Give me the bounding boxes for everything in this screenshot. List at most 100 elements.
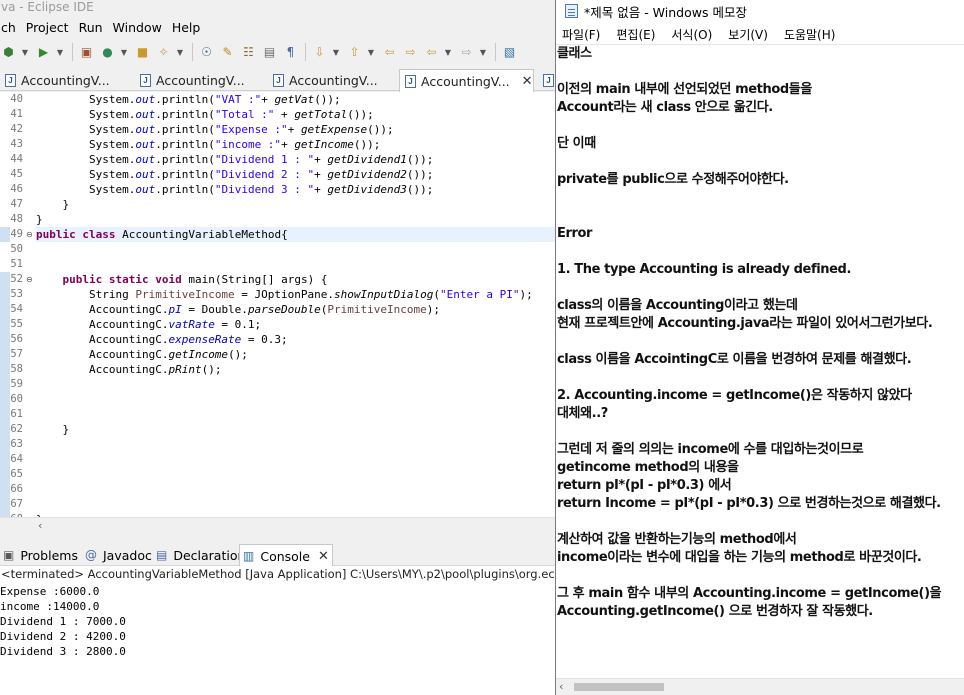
pen-icon[interactable]: ✎ xyxy=(219,44,236,60)
close-icon[interactable]: ✕ xyxy=(522,74,533,89)
chevron-down-icon[interactable]: ▼ xyxy=(120,44,128,60)
code-line: } xyxy=(36,198,70,211)
code-line: AccountingC.pRint(); xyxy=(36,363,222,376)
annotation-icon[interactable]: ☷ xyxy=(240,44,257,60)
notepad-titlebar: *제목 없음 - Windows 메모장 xyxy=(556,0,964,22)
editor-tab[interactable]: J xyxy=(538,69,556,91)
menu-edit[interactable]: 편집(E) xyxy=(616,26,655,43)
code-line: System.out.println("VAT :"+ getVat()); xyxy=(36,93,341,106)
code-line: AccountingC.expenseRate = 0.3; xyxy=(36,333,288,346)
console-line: Dividend 3 : 2800.0 xyxy=(0,645,126,658)
tab-javadoc[interactable]: @ Javadoc xyxy=(82,544,152,566)
line-number: 44 xyxy=(10,153,23,165)
notepad-line: Error xyxy=(557,226,593,241)
chevron-down-icon[interactable]: ▼ xyxy=(56,44,64,60)
notepad-horizontal-scrollbar[interactable]: ‹ xyxy=(556,678,964,695)
line-number: 61 xyxy=(10,408,23,420)
chevron-down-icon[interactable]: ▼ xyxy=(367,44,375,60)
pin-icon[interactable]: ☉ xyxy=(198,44,215,60)
chevron-down-icon[interactable]: ▼ xyxy=(332,44,340,60)
menu-window[interactable]: Window xyxy=(108,20,167,35)
code-area[interactable]: System.out.println("VAT :"+ getVat()); S… xyxy=(36,92,556,517)
line-number: 41 xyxy=(10,108,23,120)
notepad-line: Account라는 새 class 안으로 옮긴다. xyxy=(557,100,773,115)
code-line: System.out.println("Dividend 2 : "+ getD… xyxy=(36,168,434,181)
code-editor[interactable]: 40 41 42 43 44 45 46 47 48 49 50 51 52 53 54 55 56 57 58 59… xyxy=(0,92,556,517)
eclipse-toolbar: ⬢ ▼ ▶ ▼ ▣ ● ▼ ■ ✧ ▼ ☉ ✎ ☷ ▤ ¶ ⇩ ▼ ⇧ ▼ ⇦ … xyxy=(0,38,556,66)
scrollbar-thumb[interactable] xyxy=(574,683,664,691)
chevron-left-icon[interactable]: ‹ xyxy=(38,519,42,532)
perspective-icon[interactable]: ▧ xyxy=(501,44,518,60)
chevron-down-icon[interactable]: ▼ xyxy=(444,44,452,60)
line-number: 51 xyxy=(10,258,23,270)
menu-help[interactable]: Help xyxy=(167,20,206,35)
notepad-line: 단 이때 xyxy=(557,136,596,151)
code-line: System.out.println("Total :" + getTotal(… xyxy=(36,108,374,121)
notepad-text-area[interactable]: 클래스 이전의 main 내부에 선언되었던 method들을 Account라는 … xyxy=(556,44,964,674)
line-number: 57 xyxy=(10,348,23,360)
forward-icon[interactable]: ⇨ xyxy=(458,44,475,60)
last-edit-icon[interactable]: ⇦ xyxy=(381,44,398,60)
editor-tab[interactable]: J AccountingV... xyxy=(0,69,110,91)
eclipse-menubar: ch Project Run Window Help xyxy=(0,17,556,37)
forward-edit-icon[interactable]: ⇨ xyxy=(402,44,419,60)
editor-tab-label: AccountingV... xyxy=(421,73,510,89)
editor-tab-label: AccountingV... xyxy=(156,72,245,88)
wand-icon[interactable]: ✧ xyxy=(155,44,172,60)
menu-file[interactable]: 파일(F) xyxy=(562,26,600,43)
java-file-icon: J xyxy=(140,73,151,87)
tab-problems[interactable]: ▣ Problems xyxy=(0,544,78,566)
chevron-left-icon[interactable]: ‹ xyxy=(559,680,563,693)
run-icon[interactable]: ▶ xyxy=(35,44,52,60)
notepad-line: Accounting.getIncome() 으로 번경하자 잘 작동했다. xyxy=(557,604,873,619)
line-number: 67 xyxy=(10,498,23,510)
notepad-line: class의 이름을 Accounting이라고 했는데 xyxy=(557,298,798,313)
package-icon[interactable]: ▣ xyxy=(78,44,95,60)
close-icon[interactable]: ✕ xyxy=(318,549,329,564)
notepad-line: return Income = pI*(pI - pI*0.3) 으로 번경하는… xyxy=(557,496,941,511)
console-icon: ▥ xyxy=(243,549,255,563)
line-number: 46 xyxy=(10,183,23,195)
line-number: 43 xyxy=(10,138,23,150)
problems-icon: ▣ xyxy=(3,548,15,562)
editor-tab-active[interactable]: J AccountingV... ✕ xyxy=(399,69,534,92)
pilcrow-icon[interactable]: ¶ xyxy=(282,44,299,60)
menu-help[interactable]: 도움말(H) xyxy=(784,26,836,43)
tab-declaration[interactable]: ▤ Declaration xyxy=(153,544,245,566)
notepad-line: 그 후 main 함수 내부의 Accounting.income = getI… xyxy=(557,586,942,601)
notepad-line: 현재 프로젝트안에 Accounting.java라는 파일이 있어서그런가보다… xyxy=(557,316,933,331)
menu-format[interactable]: 서식(O) xyxy=(671,26,712,43)
menu-project[interactable]: Project xyxy=(21,20,74,35)
back-icon[interactable]: ⇦ xyxy=(423,44,440,60)
editor-tab[interactable]: J AccountingV... xyxy=(268,69,378,91)
chevron-down-icon[interactable]: ▼ xyxy=(479,44,487,60)
chevron-down-icon[interactable]: ▼ xyxy=(176,44,184,60)
fold-toggle-icon[interactable]: ⊖ xyxy=(26,227,33,242)
class-icon[interactable]: ● xyxy=(99,44,116,60)
console-line: Expense :6000.0 xyxy=(0,585,100,598)
console-output[interactable]: Expense :6000.0 income :14000.0 Dividend 1… xyxy=(0,583,556,695)
editor-horizontal-scrollbar[interactable]: ‹ xyxy=(0,517,556,534)
code-line: } xyxy=(36,213,43,226)
chevron-down-icon[interactable]: ▼ xyxy=(21,44,29,60)
toolbar-separator xyxy=(192,43,193,61)
prev-annotation-icon[interactable]: ⇧ xyxy=(346,44,363,60)
open-folder-icon[interactable]: ■ xyxy=(134,44,151,60)
menu-view[interactable]: 보기(V) xyxy=(728,26,768,43)
notepad-line: return pI*(pI - pI*0.3) 에서 xyxy=(557,478,732,493)
line-number: 62 xyxy=(10,423,23,435)
editor-tab[interactable]: J AccountingV... xyxy=(135,69,245,91)
notepad-line: income이라는 변수에 대입을 하는 기능의 method로 바꾼것이다. xyxy=(557,550,922,565)
menu-search[interactable]: ch xyxy=(0,20,21,35)
line-number: 63 xyxy=(10,438,23,450)
block-icon[interactable]: ▤ xyxy=(261,44,278,60)
tab-console[interactable]: ▥ Console ✕ xyxy=(239,544,333,567)
fold-toggle-icon[interactable]: ⊖ xyxy=(26,272,33,287)
menu-run[interactable]: Run xyxy=(74,20,108,35)
line-number: 50 xyxy=(10,243,23,255)
line-number: 52 xyxy=(10,273,23,285)
console-line: Dividend 2 : 4200.0 xyxy=(0,630,126,643)
next-annotation-icon[interactable]: ⇩ xyxy=(311,44,328,60)
new-icon[interactable]: ⬢ xyxy=(0,44,17,60)
bottom-view-tabs: ▣ Problems @ Javadoc ▤ Declaration ▥ Con… xyxy=(0,542,556,567)
